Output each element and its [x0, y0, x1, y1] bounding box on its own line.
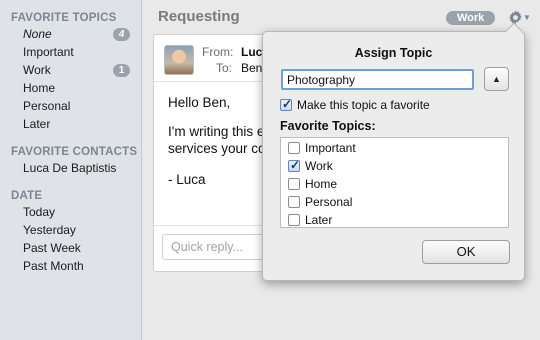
topic-label: Work — [305, 159, 333, 173]
topic-checkbox[interactable] — [288, 214, 300, 226]
message-line: I'm writing this e — [168, 124, 265, 139]
from-label: From: — [202, 45, 234, 59]
avatar — [164, 45, 194, 75]
sidebar-item-work[interactable]: Work 1 — [23, 61, 135, 79]
favorite-checkbox-label: Make this topic a favorite — [297, 98, 430, 112]
sidebar-item-past-week[interactable]: Past Week — [23, 239, 135, 257]
sidebar-item-today[interactable]: Today — [23, 203, 135, 221]
chevron-down-icon[interactable]: ▼ — [523, 12, 531, 24]
sidebar-item-label: Luca De Baptistis — [23, 161, 117, 175]
sidebar-item-important[interactable]: Important — [23, 43, 135, 61]
to-value[interactable]: Ben — [241, 61, 262, 75]
favorite-topics-heading: Favorite Topics: — [280, 119, 376, 133]
count-badge: 4 — [113, 28, 130, 41]
page-title: Requesting — [158, 8, 240, 25]
sidebar-item-label: Personal — [23, 99, 71, 113]
list-item[interactable]: Home — [288, 175, 337, 193]
date-header: DATE — [11, 190, 43, 202]
sidebar-item-yesterday[interactable]: Yesterday — [23, 221, 135, 239]
ok-button[interactable]: OK — [422, 240, 510, 264]
sidebar: FAVORITE TOPICS None 4 Important Work 1 … — [0, 0, 142, 340]
message-line: services your co — [168, 141, 266, 156]
list-item[interactable]: Important — [288, 139, 356, 157]
sidebar-item-label: Important — [23, 45, 74, 59]
favorite-topics-list: Important Work Home Personal Later — [280, 137, 509, 228]
to-label: To: — [216, 61, 233, 75]
topic-label: Personal — [305, 195, 353, 209]
sidebar-item-label: Home — [23, 81, 56, 95]
favorite-topics-header: FAVORITE TOPICS — [11, 12, 117, 24]
list-item[interactable]: Later — [288, 211, 332, 229]
topic-checkbox[interactable] — [288, 158, 300, 172]
sidebar-item-home[interactable]: Home — [23, 79, 135, 97]
list-item[interactable]: Work — [288, 157, 333, 175]
sidebar-item-label: Yesterday — [23, 223, 76, 237]
sidebar-item-none[interactable]: None 4 — [23, 25, 135, 43]
quick-reply-input[interactable] — [162, 234, 272, 260]
popover-title: Assign Topic — [354, 46, 433, 60]
topic-label: Important — [305, 141, 356, 155]
favorite-checkbox-row[interactable]: Make this topic a favorite — [280, 97, 430, 113]
sidebar-item-past-month[interactable]: Past Month — [23, 257, 135, 275]
sidebar-item-label: Past Week — [23, 241, 81, 255]
topic-checkbox[interactable] — [288, 196, 300, 208]
message-line: Hello Ben, — [168, 95, 231, 110]
sidebar-item-label: Later — [23, 117, 51, 131]
topic-checkbox[interactable] — [288, 178, 300, 190]
sidebar-item-personal[interactable]: Personal — [23, 97, 135, 115]
favorite-contacts-header: FAVORITE CONTACTS — [11, 146, 138, 158]
count-badge: 1 — [113, 64, 130, 77]
list-item[interactable]: Personal — [288, 193, 352, 211]
message-line: - Luca — [168, 172, 206, 187]
topic-badge[interactable]: Work — [446, 11, 496, 25]
topic-input[interactable] — [281, 69, 474, 90]
favorite-checkbox[interactable] — [280, 97, 292, 111]
sidebar-item-label: Past Month — [23, 259, 84, 273]
sidebar-item-label: Today — [23, 205, 56, 219]
expand-button[interactable]: ▲ — [484, 67, 509, 91]
sidebar-item-later[interactable]: Later — [23, 115, 135, 133]
sidebar-item-label: None — [23, 27, 52, 41]
topic-label: Home — [305, 177, 338, 191]
topic-label: Later — [305, 213, 333, 227]
assign-topic-popover: Assign Topic ▲ Make this topic a favorit… — [262, 22, 525, 281]
topic-checkbox[interactable] — [288, 142, 300, 154]
sidebar-item-contact[interactable]: Luca De Baptistis — [23, 159, 135, 177]
sidebar-item-label: Work — [23, 63, 51, 77]
